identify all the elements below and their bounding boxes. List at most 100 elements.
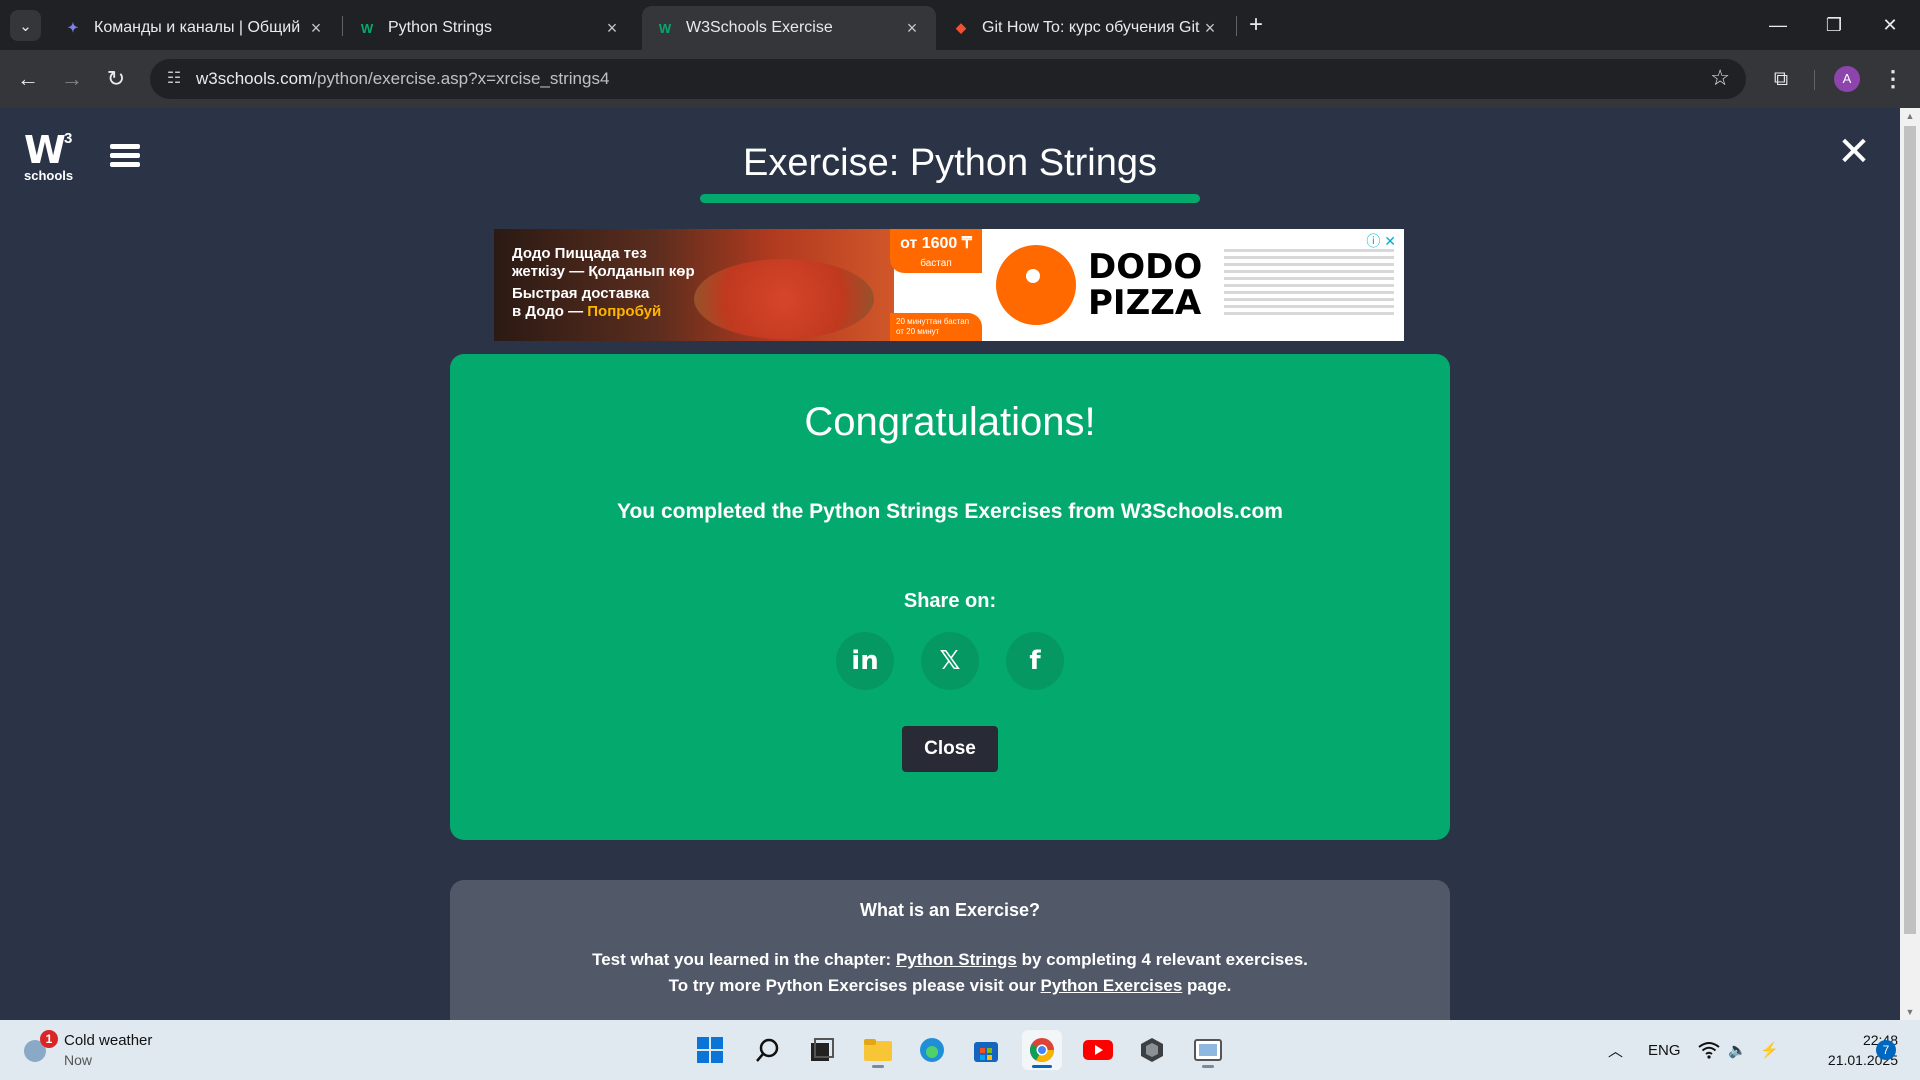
ad-price: от 1600 ₸	[900, 235, 972, 252]
file-explorer-button[interactable]	[858, 1030, 898, 1070]
forward-icon[interactable]: →	[56, 63, 88, 95]
page-scrollbar[interactable]: ▲ ▼	[1900, 108, 1920, 1020]
congrats-message: You completed the Python Strings Exercis…	[617, 500, 1283, 523]
taskbar-search-button[interactable]	[748, 1030, 788, 1070]
weather-badge: 1	[40, 1030, 58, 1048]
weather-widget[interactable]: 1 Cold weather Now	[24, 1030, 204, 1070]
linkedin-icon: in	[851, 646, 879, 676]
scroll-up-icon[interactable]: ▲	[1900, 108, 1920, 124]
folder-icon	[864, 1039, 892, 1061]
tab-close-icon[interactable]: ×	[1200, 18, 1220, 39]
back-icon[interactable]: ←	[12, 63, 44, 95]
reload-icon[interactable]: ↻	[100, 63, 132, 95]
snipping-tool-button[interactable]	[1188, 1030, 1228, 1070]
w3schools-icon: W	[360, 20, 374, 36]
site-info-icon[interactable]: ☷	[162, 67, 186, 91]
pizza-image	[694, 259, 874, 339]
hamburger-menu-icon[interactable]	[110, 144, 140, 168]
tab-python-strings[interactable]: W Python Strings ×	[344, 6, 636, 50]
ad-pizza-image: Додо Пиццада тез жеткізу — Қолданып көр Б…	[494, 229, 894, 341]
logo-superscript: 3	[64, 130, 73, 147]
language-indicator[interactable]: ENG	[1648, 1020, 1681, 1080]
info-line-1: Test what you learned in the chapter: Py…	[450, 950, 1450, 970]
share-label: Share on:	[903, 590, 997, 612]
volume-icon[interactable]: 🔈	[1728, 1020, 1747, 1080]
tab-w3schools-exercise[interactable]: W W3Schools Exercise ×	[642, 6, 936, 50]
w3schools-logo[interactable]: W 3 schools	[24, 128, 76, 183]
tab-close-icon[interactable]: ×	[306, 18, 326, 39]
ad-banner[interactable]: Додо Пиццада тез жеткізу — Қолданып көр Б…	[494, 229, 1404, 341]
profile-avatar[interactable]: A	[1834, 66, 1860, 92]
congratulations-card: Congratulations! You completed the Pytho…	[450, 354, 1450, 840]
tab-close-icon[interactable]: ×	[602, 18, 622, 39]
tab-teams[interactable]: ✦ Команды и каналы | Общий | M ×	[50, 6, 340, 50]
tab-search-button[interactable]: ⌄	[10, 10, 41, 41]
notification-badge[interactable]: 7	[1876, 1040, 1896, 1060]
x-share-button[interactable]: 𝕏	[921, 632, 979, 690]
ad-choices-icon[interactable]: ⓘ ✕	[1366, 231, 1396, 251]
browser-toolbar: ← → ↻ ☷ w3schools.com/python/exercise.as…	[0, 50, 1920, 108]
store-icon	[974, 1042, 998, 1062]
start-button[interactable]	[690, 1030, 730, 1070]
logo-mark: W	[24, 128, 66, 172]
congrats-heading: Congratulations!	[804, 400, 1096, 444]
ad-line4-highlight: Попробуй	[587, 303, 662, 320]
app-button[interactable]	[1132, 1030, 1172, 1070]
dodo-bird-icon	[996, 245, 1076, 325]
store-button[interactable]	[966, 1030, 1006, 1070]
info-text: Test what you learned in the chapter:	[592, 950, 896, 969]
url-text[interactable]: w3schools.com/python/exercise.asp?x=xrci…	[196, 69, 609, 89]
browser-tab-strip: ⌄ ✦ Команды и каналы | Общий | M × W Pyt…	[0, 0, 1920, 50]
linkedin-share-button[interactable]: in	[836, 632, 894, 690]
ad-text-russian: Быстрая доставка в Додо — Попробуй	[512, 285, 661, 321]
extensions-icon[interactable]: ⧉	[1766, 64, 1796, 94]
search-icon	[756, 1038, 779, 1062]
ad-price-sub: бастап	[920, 258, 952, 269]
edge-button[interactable]	[912, 1030, 952, 1070]
show-hidden-icons[interactable]: ︿	[1608, 1020, 1623, 1080]
tab-git-how-to[interactable]: ◆ Git How To: курс обучения Git ×	[938, 6, 1234, 50]
browser-menu-icon[interactable]: ⋮	[1880, 64, 1906, 94]
teams-icon: ✦	[67, 20, 79, 35]
url-host: w3schools.com	[196, 69, 313, 88]
ad-line2: жеткізу — Қолданып көр	[512, 263, 695, 280]
ad-brand: DODO PIZZA	[1088, 249, 1202, 321]
scrollbar-thumb[interactable]	[1904, 126, 1916, 934]
w3schools-icon: W	[658, 20, 672, 36]
snipping-tool-icon	[1194, 1039, 1222, 1061]
task-view-button[interactable]	[802, 1030, 842, 1070]
tab-title: Команды и каналы | Общий | M	[94, 19, 306, 36]
page-title: Exercise: Python Strings	[743, 142, 1157, 184]
minimize-button[interactable]: —	[1750, 0, 1806, 50]
url-path: /python/exercise.asp?x=xrcise_strings4	[312, 69, 610, 88]
window-close-button[interactable]: ✕	[1862, 0, 1918, 50]
scroll-down-icon[interactable]: ▼	[1900, 1004, 1920, 1020]
info-text: page.	[1182, 976, 1232, 995]
youtube-button[interactable]	[1078, 1030, 1118, 1070]
tab-close-icon[interactable]: ×	[902, 18, 922, 39]
windows-taskbar: 1 Cold weather Now ︿ ENG 🔈 ⚡ 22:48 21.01.	[0, 1020, 1920, 1080]
git-icon: ◆	[956, 20, 966, 35]
bookmark-star-icon[interactable]: ☆	[1710, 65, 1730, 91]
python-strings-link[interactable]: Python Strings	[896, 950, 1017, 969]
youtube-icon	[1083, 1040, 1113, 1060]
chrome-icon	[1029, 1038, 1054, 1063]
toolbar-separator	[1814, 70, 1815, 90]
ad-line3: Быстрая доставка	[512, 285, 650, 302]
close-button[interactable]: Close	[902, 726, 998, 772]
ad-fine-print	[1224, 245, 1394, 331]
address-bar[interactable]: ☷ w3schools.com/python/exercise.asp?x=xr…	[150, 59, 1746, 99]
tab-title: W3Schools Exercise	[686, 19, 833, 36]
tab-separator	[1236, 16, 1237, 36]
windows-icon	[697, 1037, 723, 1063]
python-exercises-link[interactable]: Python Exercises	[1041, 976, 1183, 995]
battery-icon[interactable]: ⚡	[1760, 1020, 1779, 1080]
facebook-share-button[interactable]: f	[1006, 632, 1064, 690]
restore-button[interactable]: ❐	[1806, 0, 1862, 50]
close-icon[interactable]: ✕	[1836, 132, 1872, 172]
weather-title: Cold weather	[64, 1032, 153, 1049]
chrome-button[interactable]	[1022, 1030, 1062, 1070]
new-tab-button[interactable]: +	[1242, 12, 1270, 40]
wifi-icon[interactable]	[1698, 1020, 1720, 1080]
ad-price-badge: от 1600 ₸ бастап	[890, 229, 982, 273]
